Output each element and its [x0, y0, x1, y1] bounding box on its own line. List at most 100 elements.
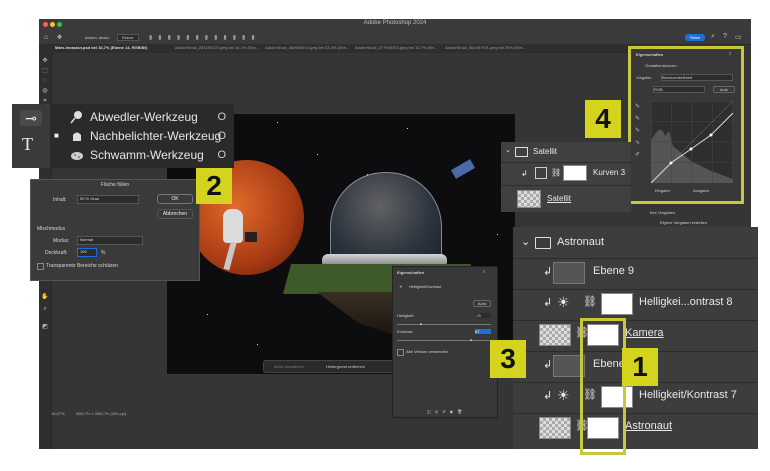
astro-group-chevron-icon[interactable]: ⌄ [521, 235, 530, 248]
mode-select[interactable]: Normal [77, 236, 143, 245]
create-presets-label[interactable]: Eigene Vorgaben erstellen [660, 220, 707, 225]
bc-panel-menu-icon[interactable]: ≡ [483, 269, 485, 274]
legacy-checkbox[interactable] [397, 349, 404, 356]
bc-footer-icons[interactable]: ◫◎↺◉🗑 [427, 409, 466, 414]
layer-row-bc7[interactable]: ↲ ☀ ⛓ Helligkeit/Kontrast 7 [513, 382, 758, 409]
contrast-slider-thumb[interactable]: ▲ [469, 337, 473, 342]
layer-name[interactable]: Ebene 9 [593, 265, 634, 277]
curve-point-icon[interactable]: ∿ [635, 137, 647, 149]
remove-background-button[interactable]: Hintergrund entfernen [326, 364, 365, 369]
input-label: Eingabe: [655, 188, 671, 193]
layer-row-ebene9[interactable]: ↲ Ebene 9 [513, 258, 758, 285]
flyout-item-dodge[interactable]: Abwedler-Werkzeug O [60, 108, 232, 126]
auto-select-label[interactable]: Autom. ausw.: [85, 35, 110, 40]
sponge-shortcut: O [217, 149, 226, 161]
your-presets-label: Ihre Vorgaben [650, 210, 676, 215]
satellite-group-name[interactable]: Satellit [533, 147, 557, 156]
tab-mars-invasion[interactable]: Mars-Invasion.psd bei 16,7% (Ebene 14, R… [55, 45, 147, 50]
folder-icon [515, 147, 528, 157]
lasso-tool-icon[interactable]: ◌ [41, 77, 49, 85]
layer-name[interactable]: Helligkeit/Kontrast 7 [639, 389, 737, 401]
pencil-icon[interactable]: ✐ [635, 149, 647, 161]
layer-row-kamera[interactable]: ⛓ Kamera [513, 320, 758, 347]
title-bar: Adobe Photoshop 2024 [39, 19, 751, 31]
curves-graph[interactable] [651, 101, 733, 183]
help-icon[interactable]: ? [723, 33, 727, 40]
colors-icon[interactable]: ◩ [41, 323, 49, 331]
tab-stock-2[interactable]: AdobeStock_368694913.jpeg bei 33,3% (Ebe… [265, 45, 349, 50]
layer-thumbnail[interactable] [539, 417, 571, 439]
layer-name[interactable]: Kamera [625, 327, 664, 339]
align-icons[interactable]: ▮▮▮▮▮▮▮▮▮▮▮▮ [149, 34, 261, 41]
curves-properties-panel: Eigenschaften ≡ Gradationskurven Vorgabe… [628, 46, 744, 204]
opacity-field[interactable]: 100 [77, 248, 97, 257]
chain-icon[interactable]: ⛓ [583, 295, 597, 308]
satellite-layer-group: ⌄ Satellit ↲ ⛓ Kurven 3 Satellit [501, 142, 631, 212]
cancel-button[interactable]: Abbrechen [157, 209, 193, 219]
clip-arrow-icon: ↲ [543, 266, 553, 278]
marquee-tool-icon[interactable]: ⬚ [41, 67, 49, 75]
auto-select-dropdown[interactable]: Ebene [117, 34, 139, 41]
clip-arrow-icon: ↲ [543, 297, 553, 309]
zoom-level[interactable]: 16,67% [51, 411, 65, 416]
eyedropper-gray-icon[interactable]: ✎ [635, 113, 647, 125]
bc-auto-button[interactable]: Auto [473, 300, 491, 307]
tab-stock-3[interactable]: AdobeStock_477949303.jpeg bei 16,7% (Eb.… [355, 45, 437, 50]
content-select[interactable]: 50 % Grau [77, 195, 139, 204]
channel-select[interactable]: RGB [653, 86, 705, 93]
astronaut-group-name[interactable]: Astronaut [557, 236, 604, 248]
tab-stock-1[interactable]: AdobeStock_283191020.jpeg bei 16,7% (Ebe… [175, 45, 259, 50]
flyout-item-sponge[interactable]: Schwamm-Werkzeug O [60, 146, 232, 164]
select-subject-button[interactable]: Motiv auswählen [274, 364, 304, 369]
layer-row-bc8[interactable]: ↲ ☀ ⛓ Helligkei...ontrast 8 [513, 289, 758, 316]
share-button[interactable]: Teilen [685, 34, 705, 41]
search-icon[interactable]: ⌕ [711, 33, 715, 41]
auto-button[interactable]: Auto [713, 86, 735, 93]
layer-thumbnail[interactable] [539, 324, 571, 346]
move-tool-icon[interactable]: ✥ [41, 57, 49, 65]
move-tool-icon[interactable]: ✥ [57, 34, 62, 41]
flyout-item-burn[interactable]: ■ Nachbelichter-Werkzeug O [54, 127, 232, 145]
zoom-tool-icon[interactable]: ⌕ [41, 305, 49, 313]
type-tool-icon[interactable]: T [22, 134, 33, 155]
eyedropper-black-icon[interactable]: ✎ [635, 101, 647, 113]
panel-menu-icon[interactable]: ≡ [729, 51, 731, 56]
layer-name[interactable]: Astronaut [625, 420, 672, 432]
document-tabs: Mars-Invasion.psd bei 16,7% (Ebene 14, R… [39, 44, 629, 53]
satellite-thumbnail[interactable] [517, 190, 541, 208]
eyedropper-white-icon[interactable]: ✎ [635, 125, 647, 137]
brightness-slider-thumb[interactable]: ▲ [419, 321, 423, 326]
mode-label: Modus: [53, 238, 70, 244]
options-bar: ⌂ ✥ Autom. ausw.: Ebene ▮▮▮▮▮▮▮▮▮▮▮▮ Tei… [39, 31, 751, 45]
brightness-value[interactable]: -78 [475, 313, 491, 318]
workspace-icon[interactable]: ▭ [735, 33, 742, 41]
contrast-value[interactable]: 67 [475, 329, 491, 334]
clip-arrow-icon: ↲ [543, 359, 553, 371]
layer-mask-thumbnail[interactable] [563, 165, 587, 181]
group-chevron-icon[interactable]: ⌄ [505, 146, 511, 154]
layer-mask-thumbnail[interactable] [601, 293, 633, 315]
callout-2: 2 [196, 168, 232, 204]
quick-select-icon[interactable]: ◍ [41, 87, 49, 95]
sponge-icon [71, 152, 83, 160]
layer-name[interactable]: Helligkei...ontrast 8 [639, 296, 733, 308]
dodge-label: Abwedler-Werkzeug [90, 110, 198, 124]
chain-icon[interactable]: ⛓ [551, 168, 561, 177]
bc-sun-icon: ☀ [399, 284, 403, 289]
hand-tool-icon[interactable]: ✋ [41, 293, 49, 301]
callout-3: 3 [490, 340, 526, 378]
fill-dialog-title: Fläche füllen [100, 182, 130, 188]
home-icon[interactable]: ⌂ [44, 34, 48, 41]
preserve-checkbox[interactable] [37, 263, 44, 270]
satellite-layer-name[interactable]: Satellit [547, 194, 571, 203]
layer-row-astronaut[interactable]: ⛓ Astronaut [513, 413, 758, 440]
curves-layer-name[interactable]: Kurven 3 [593, 168, 625, 177]
dodge-tool-icon[interactable]: ⊸ [20, 110, 42, 126]
layer-thumbnail[interactable] [553, 262, 585, 284]
brightness-slider[interactable] [397, 324, 491, 325]
legacy-label: Alte Version verwenden [406, 349, 449, 354]
ok-button[interactable]: OK [157, 194, 193, 204]
preset-select[interactable]: Benutzerdefiniert [661, 74, 733, 81]
contrast-slider[interactable] [397, 340, 491, 341]
tab-stock-4[interactable]: AdobeStock_551987991.jpeg bei 25% (Ebe..… [445, 45, 526, 50]
